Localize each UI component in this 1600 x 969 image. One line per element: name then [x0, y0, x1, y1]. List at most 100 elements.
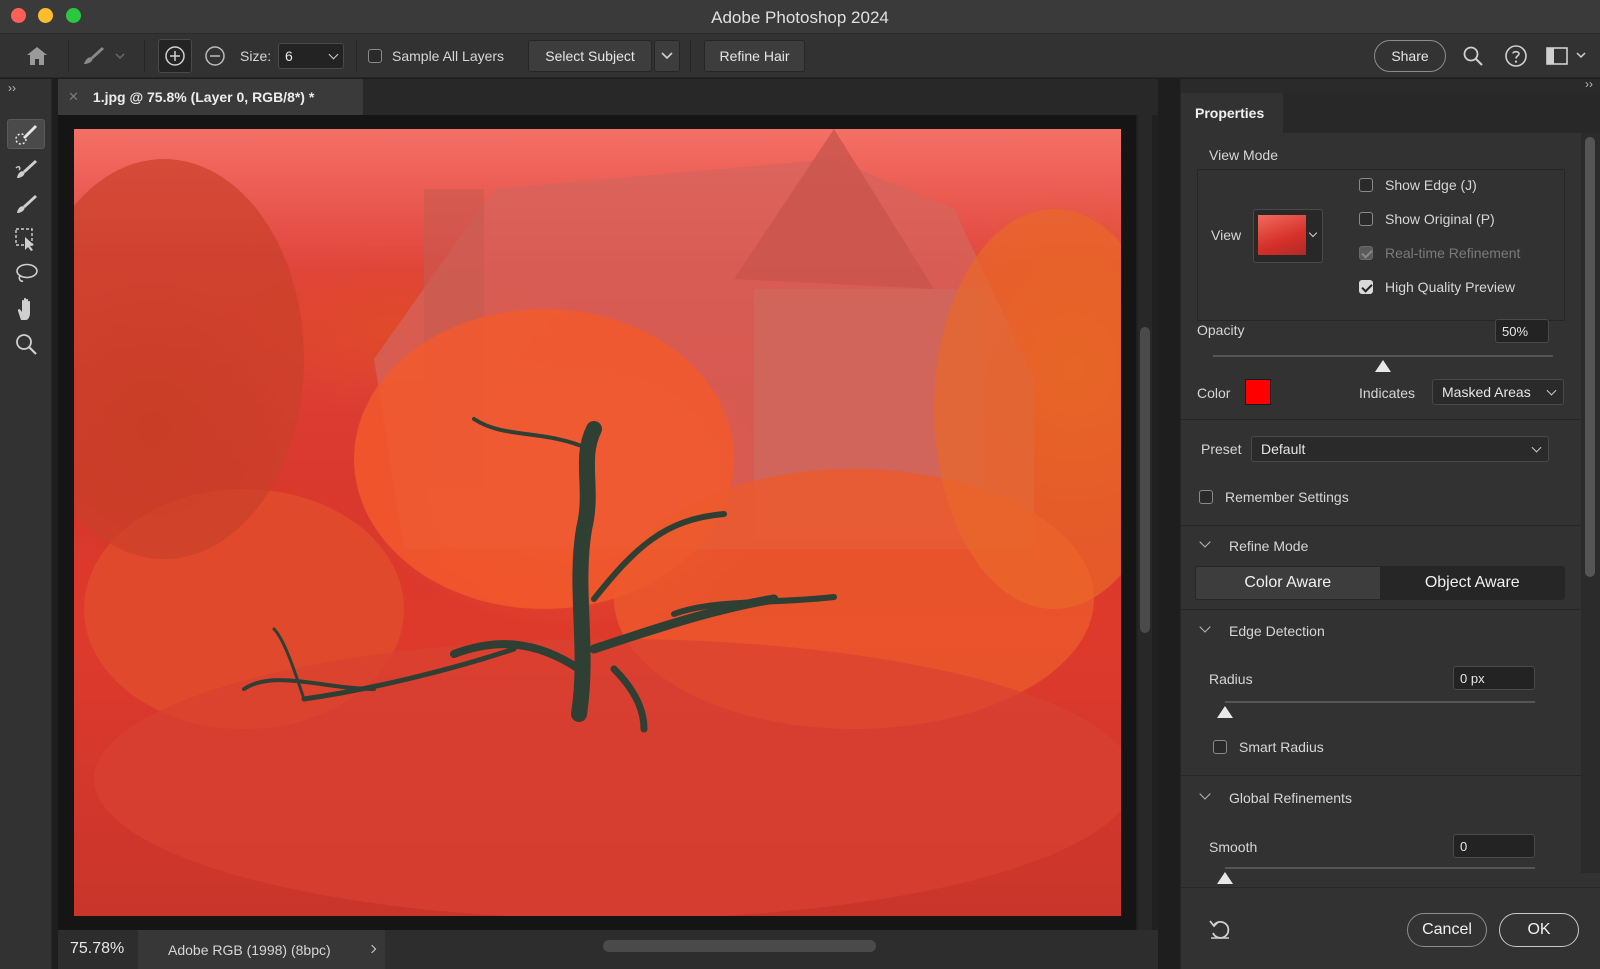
document-image[interactable] — [74, 129, 1121, 916]
help-icon — [1505, 45, 1527, 67]
smart-radius-checkbox[interactable] — [1213, 740, 1227, 754]
opacity-slider-thumb[interactable] — [1375, 360, 1391, 372]
smooth-label: Smooth — [1209, 839, 1258, 855]
workspace-icon — [1546, 47, 1586, 65]
high-quality-preview-checkbox[interactable] — [1359, 280, 1373, 294]
color-aware-option[interactable]: Color Aware — [1196, 567, 1380, 599]
high-quality-preview-label: High Quality Preview — [1385, 279, 1515, 295]
realtime-refinement-checkbox — [1359, 246, 1373, 260]
vertical-scrollbar[interactable] — [1138, 115, 1152, 930]
sample-all-layers-checkbox[interactable]: Sample All Layers — [368, 34, 504, 78]
chevron-down-icon — [1199, 788, 1211, 800]
realtime-refinement-label: Real-time Refinement — [1385, 245, 1521, 261]
collapse-panel-icon[interactable]: ›› — [1585, 77, 1593, 91]
search-icon — [1463, 46, 1483, 66]
chevron-down-icon — [1531, 442, 1542, 453]
smooth-slider-track[interactable] — [1225, 867, 1535, 869]
show-edge-row[interactable]: Show Edge (J) — [1359, 177, 1600, 193]
canvas-area[interactable] — [58, 115, 1158, 930]
indicates-select[interactable]: Masked Areas — [1432, 379, 1564, 405]
refine-hair-button[interactable]: Refine Hair — [704, 40, 805, 72]
brush-tool[interactable] — [7, 189, 45, 219]
select-subject-dropdown[interactable] — [654, 40, 680, 72]
view-mode-picker[interactable] — [1253, 209, 1323, 263]
tool-preset-picker[interactable] — [80, 34, 128, 78]
chevron-down-icon — [661, 52, 673, 60]
document-tabs: ✕ 1.jpg @ 75.8% (Layer 0, RGB/8*) * — [58, 79, 1158, 115]
size-label: Size: — [240, 48, 272, 64]
object-selection-tool[interactable] — [7, 224, 45, 254]
select-subject-button[interactable]: Select Subject — [528, 40, 652, 72]
subtract-from-selection-button[interactable] — [204, 34, 226, 78]
object-selection-icon — [15, 228, 34, 251]
remember-settings-label: Remember Settings — [1225, 489, 1349, 505]
tab-properties[interactable]: Properties — [1181, 93, 1283, 133]
options-bar: Size: 6 Sample All Layers Select Subject… — [0, 34, 1600, 78]
panel-scrollbar[interactable] — [1581, 133, 1600, 873]
hand-tool[interactable] — [7, 294, 45, 324]
expand-toolbox-icon[interactable]: ›› — [8, 81, 16, 95]
preset-select[interactable]: Default — [1251, 436, 1549, 462]
vertical-scrollbar-thumb[interactable] — [1140, 327, 1150, 633]
radius-input[interactable]: 0 px — [1453, 666, 1535, 690]
size-input[interactable]: 6 — [278, 34, 344, 78]
indicates-label: Indicates — [1359, 385, 1416, 401]
chevron-down-icon — [1546, 385, 1557, 396]
remember-settings-checkbox[interactable] — [1199, 490, 1213, 504]
add-to-selection-button[interactable] — [158, 34, 192, 78]
radius-slider-thumb[interactable] — [1217, 706, 1233, 718]
reset-button[interactable] — [1207, 917, 1233, 944]
cancel-button[interactable]: Cancel — [1407, 913, 1487, 947]
lasso-tool[interactable] — [7, 259, 45, 289]
zoom-tool[interactable] — [7, 329, 45, 359]
home-button[interactable] — [24, 34, 50, 78]
high-quality-preview-row[interactable]: High Quality Preview — [1359, 279, 1600, 295]
divider — [1181, 525, 1581, 526]
remember-settings-row[interactable]: Remember Settings — [1199, 489, 1599, 505]
refine-mode-segmented: Color Aware Object Aware — [1195, 566, 1565, 600]
chevron-right-icon — [367, 944, 377, 954]
panel-scrollbar-thumb[interactable] — [1585, 137, 1595, 577]
global-refinements-title: Global Refinements — [1229, 790, 1352, 806]
smooth-input[interactable]: 0 — [1453, 834, 1535, 858]
realtime-refinement-row: Real-time Refinement — [1359, 245, 1600, 261]
help-button[interactable] — [1504, 34, 1528, 78]
radius-label: Radius — [1209, 671, 1253, 687]
close-tab-icon[interactable]: ✕ — [68, 89, 79, 105]
show-original-checkbox[interactable] — [1359, 212, 1373, 226]
sample-all-layers-check[interactable] — [368, 49, 382, 63]
refine-edge-brush-tool[interactable] — [7, 154, 45, 184]
color-swatch[interactable] — [1245, 379, 1271, 405]
sample-all-layers-label: Sample All Layers — [392, 48, 505, 64]
edge-detection-title: Edge Detection — [1229, 623, 1325, 639]
document-tab[interactable]: ✕ 1.jpg @ 75.8% (Layer 0, RGB/8*) * — [58, 79, 363, 115]
chevron-down-icon — [1199, 621, 1211, 633]
color-profile-label: Adobe RGB (1998) (8bpc) — [168, 941, 331, 958]
brush-icon — [17, 195, 37, 213]
panel-tabs: Properties — [1181, 93, 1600, 133]
zoom-level[interactable]: 75.78% — [70, 940, 124, 958]
smooth-slider-thumb[interactable] — [1217, 872, 1233, 884]
chevron-down-icon — [328, 49, 339, 60]
smart-radius-row[interactable]: Smart Radius — [1213, 739, 1600, 755]
view-thumbnail — [1258, 215, 1306, 255]
color-profile-info[interactable]: Adobe RGB (1998) (8bpc) — [138, 930, 385, 969]
smart-radius-label: Smart Radius — [1239, 739, 1324, 755]
hand-icon — [17, 297, 30, 320]
opacity-label: Opacity — [1197, 322, 1245, 338]
show-edge-checkbox[interactable] — [1359, 178, 1373, 192]
opacity-slider-track[interactable] — [1213, 355, 1553, 357]
opacity-input[interactable]: 50% — [1495, 319, 1549, 343]
ok-button[interactable]: OK — [1499, 913, 1579, 947]
workspace-switcher[interactable] — [1545, 34, 1591, 78]
share-button[interactable]: Share — [1374, 40, 1446, 72]
quick-selection-tool[interactable] — [7, 119, 45, 149]
object-aware-option[interactable]: Object Aware — [1379, 567, 1564, 599]
radius-slider-track[interactable] — [1225, 701, 1535, 703]
add-circle-icon — [165, 46, 185, 66]
chevron-down-icon — [1308, 228, 1318, 238]
horizontal-scrollbar-thumb[interactable] — [603, 940, 876, 952]
refine-edge-brush-icon — [15, 160, 37, 178]
search-button[interactable] — [1462, 34, 1484, 78]
show-original-row[interactable]: Show Original (P) — [1359, 211, 1600, 227]
